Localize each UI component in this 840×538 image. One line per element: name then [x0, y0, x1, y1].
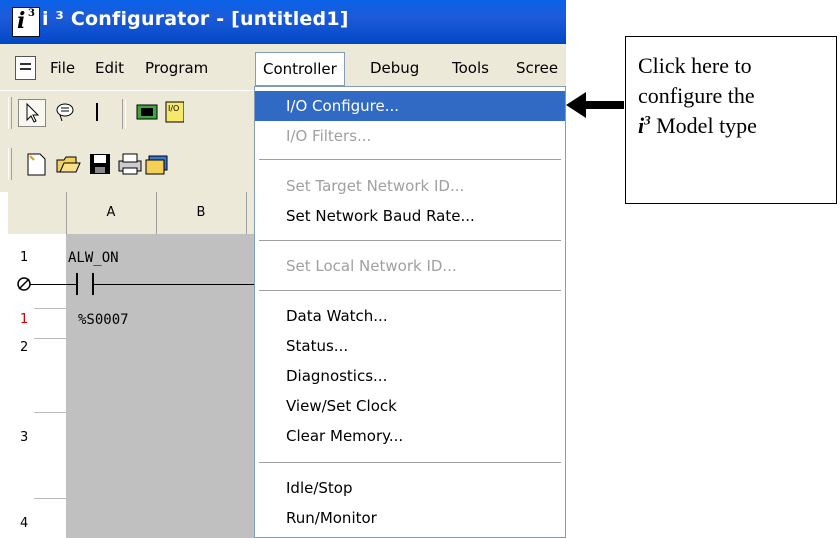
menu-separator	[259, 462, 561, 463]
rung-wire	[94, 284, 266, 285]
menu-item-data-watch[interactable]: Data Watch...	[255, 301, 565, 331]
menu-item-set-target-network-id: Set Target Network ID...	[286, 177, 465, 195]
row-divider	[34, 412, 66, 413]
app-window: i3 i ³ Configurator - [untitled1] File E…	[0, 0, 566, 538]
menu-edit[interactable]: Edit	[95, 59, 124, 77]
vertical-line-icon[interactable]	[84, 99, 112, 127]
menu-item-clear-memory[interactable]: Clear Memory...	[255, 421, 565, 451]
open-folder-icon[interactable]	[54, 150, 82, 178]
menu-item-run-monitor[interactable]: Run/Monitor	[255, 503, 565, 533]
contact-icon[interactable]	[134, 99, 162, 127]
toolbar-grip[interactable]	[8, 97, 12, 129]
callout-model-type: Model type	[650, 113, 757, 138]
row-number: 3	[20, 430, 29, 445]
app-logo-icon: i3	[12, 7, 40, 37]
toolbar-separator	[122, 99, 126, 129]
controller-menu-dropdown: I/O Configure... I/O Filters... Set Targ…	[254, 86, 566, 538]
column-a[interactable]: A	[66, 192, 157, 234]
rung-wire	[30, 284, 76, 285]
column-header-row-number	[8, 192, 67, 234]
menu-item-set-network-baud-rate[interactable]: Set Network Baud Rate...	[255, 201, 565, 231]
arrow-pointer-icon[interactable]	[18, 99, 46, 127]
document-menu-icon[interactable]	[15, 56, 36, 80]
callout-line-3: i3 Model type	[638, 111, 757, 141]
row-number: 2	[20, 340, 29, 355]
annotation-callout: Click here to configure the i3 Model typ…	[625, 36, 837, 204]
menu-item-set-local-network-id: Set Local Network ID...	[286, 257, 457, 275]
menu-item-io-configure[interactable]: I/O Configure...	[255, 91, 565, 121]
menu-screens[interactable]: Scree	[516, 59, 558, 77]
save-icon[interactable]	[86, 150, 114, 178]
row-sub-number: 1	[20, 312, 29, 327]
row-divider	[34, 338, 66, 339]
menu-controller[interactable]: Controller	[255, 52, 345, 86]
callout-arrow-icon	[566, 92, 624, 118]
toolbar-grip[interactable]	[8, 148, 12, 180]
menu-item-io-filters: I/O Filters...	[286, 127, 372, 145]
callout-text: Click here to configure the i3 Model typ…	[638, 51, 757, 141]
menu-separator	[259, 159, 561, 160]
contact-address: %S0007	[78, 312, 129, 328]
contact-left-bar	[76, 273, 78, 295]
callout-line-1: Click here to	[638, 53, 752, 78]
title-bar[interactable]: i3 i ³ Configurator - [untitled1]	[0, 0, 566, 44]
menu-tools[interactable]: Tools	[452, 59, 489, 77]
menu-separator	[259, 240, 561, 241]
callout-line-2: configure the	[638, 83, 755, 108]
lasso-icon[interactable]	[52, 99, 80, 127]
menu-item-view-set-clock[interactable]: View/Set Clock	[255, 391, 565, 421]
new-file-icon[interactable]	[22, 150, 50, 178]
row-number: 4	[20, 516, 29, 531]
menu-bar: File Edit Program Controller Debug Tools…	[0, 48, 566, 90]
row-divider	[34, 308, 66, 309]
row-number: 1	[20, 250, 29, 265]
row-divider	[34, 498, 66, 499]
menu-debug[interactable]: Debug	[370, 59, 419, 77]
menu-item-idle-stop[interactable]: Idle/Stop	[255, 473, 565, 503]
io-icon[interactable]: I/O	[164, 99, 185, 127]
contact-label: ALW_ON	[68, 250, 119, 266]
svg-text:I/O: I/O	[168, 104, 179, 113]
menu-item-status[interactable]: Status...	[255, 331, 565, 361]
column-b[interactable]: B	[156, 192, 247, 234]
window-title: i ³ Configurator - [untitled1]	[42, 8, 349, 30]
window-icon[interactable]	[144, 150, 168, 178]
print-icon[interactable]	[116, 150, 144, 178]
menu-separator	[259, 290, 561, 291]
menu-file[interactable]: File	[50, 59, 75, 77]
menu-program[interactable]: Program	[145, 59, 208, 77]
menu-item-diagnostics[interactable]: Diagnostics...	[255, 361, 565, 391]
